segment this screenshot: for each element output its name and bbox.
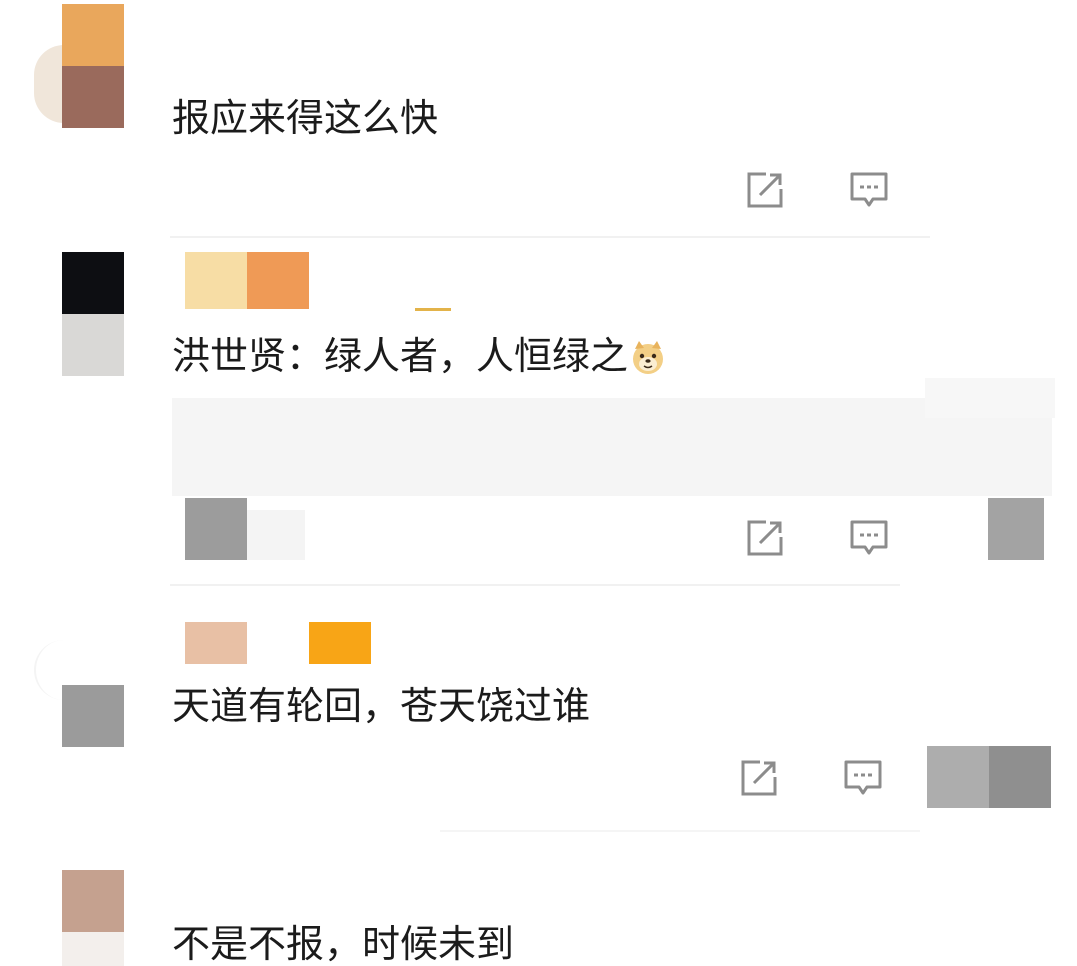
share-button[interactable]: [739, 758, 779, 798]
comment-divider: [170, 236, 930, 238]
comment-text: 报应来得这么快: [172, 96, 439, 140]
share-icon: [741, 760, 777, 796]
share-button[interactable]: [745, 170, 785, 210]
doge-emoji: [633, 341, 664, 374]
user-badge: [415, 296, 451, 311]
thumbnail-mosaic-block: [988, 498, 1044, 560]
blurred-reply-region: [925, 378, 1055, 418]
avatar-mosaic-block: [62, 870, 124, 932]
comment-divider: [440, 830, 920, 832]
avatar-mosaic-block: [62, 932, 124, 966]
comment-text: 天道有轮回，苍天饶过谁: [172, 684, 591, 728]
comment-divider: [170, 584, 900, 586]
username-mosaic-block: [185, 622, 247, 664]
comment-icon: [850, 172, 888, 207]
share-button[interactable]: [745, 518, 785, 558]
avatar-mosaic-block: [247, 510, 305, 560]
thumbnail-mosaic-block: [989, 746, 1051, 808]
comment-text: 洪世贤：绿人者，人恒绿之: [172, 334, 666, 378]
share-icon: [747, 172, 783, 208]
comment-icon: [844, 760, 882, 795]
avatar-mosaic-block: [62, 252, 124, 314]
comment-icon: [850, 520, 888, 555]
share-icon: [747, 520, 783, 556]
avatar-mosaic-block: [185, 498, 247, 560]
username-mosaic-block: [185, 252, 247, 309]
blurred-reply-region: [172, 398, 1052, 496]
reply-button[interactable]: [843, 758, 883, 798]
username-mosaic-block: [247, 252, 309, 309]
avatar-mosaic-block: [62, 685, 124, 747]
reply-button[interactable]: [849, 518, 889, 558]
avatar-mosaic-block: [62, 314, 124, 376]
username-mosaic-block: [309, 622, 371, 664]
thumbnail-mosaic-block: [927, 746, 989, 808]
comment-text: 不是不报，时候未到: [172, 922, 515, 966]
avatar-mosaic-block: [62, 4, 124, 66]
avatar-edge: [34, 45, 64, 123]
avatar-mosaic-block: [62, 66, 124, 128]
comment-text-content: 洪世贤：绿人者，人恒绿之: [172, 334, 629, 378]
reply-button[interactable]: [849, 170, 889, 210]
